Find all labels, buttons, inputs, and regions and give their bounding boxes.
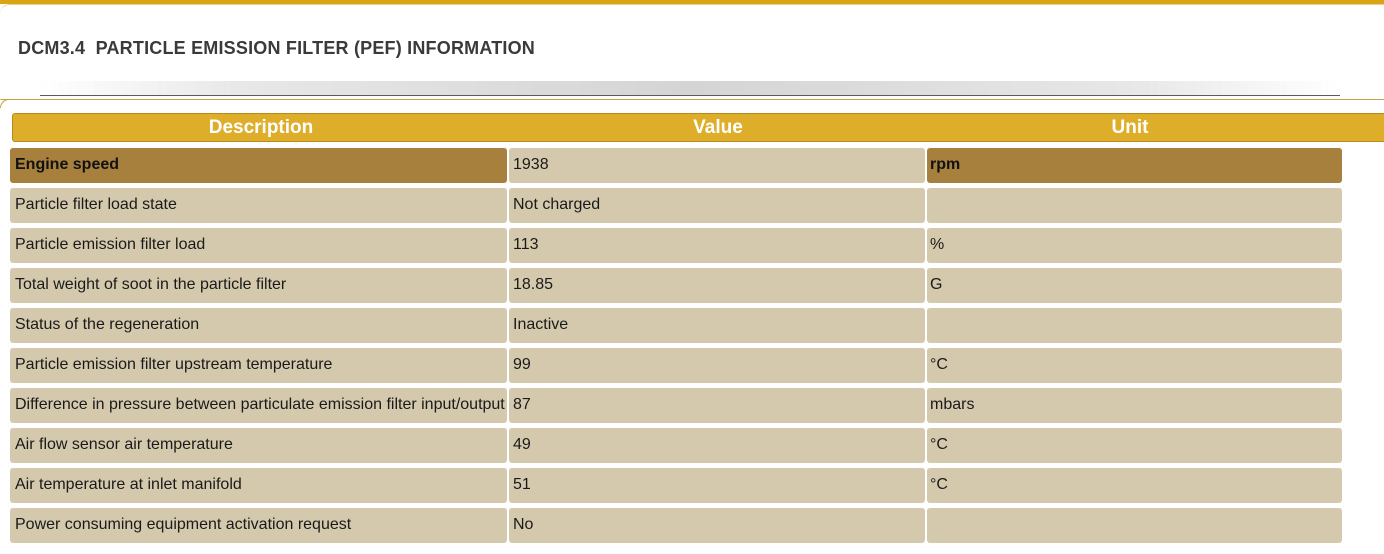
table-row[interactable]: Air temperature at inlet manifold 51 °C	[10, 467, 1342, 507]
row-description: Engine speed	[10, 147, 507, 183]
row-value: Not charged	[509, 187, 925, 223]
row-description: Air temperature at inlet manifold	[10, 467, 507, 503]
row-value: 49	[509, 427, 925, 463]
row-unit: G	[927, 267, 1342, 303]
parameter-table: Engine speed 1938 rpm Particle filter lo…	[10, 147, 1342, 547]
row-description: Total weight of soot in the particle fil…	[10, 267, 507, 303]
row-value: 51	[509, 467, 925, 503]
row-unit	[927, 187, 1342, 223]
row-unit: °C	[927, 427, 1342, 463]
table-row[interactable]: Particle emission filter load 113 %	[10, 227, 1342, 267]
row-description: Difference in pressure between particula…	[10, 387, 507, 423]
table-row-engine-speed[interactable]: Engine speed 1938 rpm	[10, 147, 1342, 187]
column-header-description: Description	[208, 117, 314, 138]
table-row[interactable]: Air flow sensor air temperature 49 °C	[10, 427, 1342, 467]
row-value: 113	[509, 227, 925, 263]
title-panel: DCM3.4 PARTICLE EMISSION FILTER (PEF) IN…	[0, 4, 1384, 101]
table-header: Description Value Unit	[12, 113, 1384, 142]
table-row[interactable]: Particle filter load state Not charged	[10, 187, 1342, 227]
column-header-value: Value	[693, 117, 743, 138]
column-header-unit: Unit	[1111, 117, 1149, 138]
table-row[interactable]: Difference in pressure between particula…	[10, 387, 1342, 427]
row-unit	[927, 507, 1342, 543]
row-unit: mbars	[927, 387, 1342, 423]
title-underline	[40, 81, 1340, 96]
row-description: Particle filter load state	[10, 187, 507, 223]
page-title: DCM3.4 PARTICLE EMISSION FILTER (PEF) IN…	[18, 38, 535, 58]
row-description: Power consuming equipment activation req…	[10, 507, 507, 543]
row-unit: %	[927, 227, 1342, 263]
row-description: Status of the regeneration	[10, 307, 507, 343]
row-value: 1938	[509, 147, 925, 183]
table-row[interactable]: Total weight of soot in the particle fil…	[10, 267, 1342, 307]
table-row[interactable]: Status of the regeneration Inactive	[10, 307, 1342, 347]
table-row[interactable]: Particle emission filter upstream temper…	[10, 347, 1342, 387]
row-unit	[927, 307, 1342, 343]
row-description: Particle emission filter load	[10, 227, 507, 263]
row-description: Particle emission filter upstream temper…	[10, 347, 507, 383]
row-value: 87	[509, 387, 925, 423]
row-description: Air flow sensor air temperature	[10, 427, 507, 463]
row-value: 99	[509, 347, 925, 383]
row-value: No	[509, 507, 925, 543]
row-unit: °C	[927, 347, 1342, 383]
row-value: Inactive	[509, 307, 925, 343]
section-divider	[0, 99, 1384, 108]
row-unit: rpm	[927, 147, 1342, 183]
app-frame: DCM3.4 PARTICLE EMISSION FILTER (PEF) IN…	[0, 0, 1384, 554]
row-value: 18.85	[509, 267, 925, 303]
table-row[interactable]: Power consuming equipment activation req…	[10, 507, 1342, 547]
row-unit: °C	[927, 467, 1342, 503]
